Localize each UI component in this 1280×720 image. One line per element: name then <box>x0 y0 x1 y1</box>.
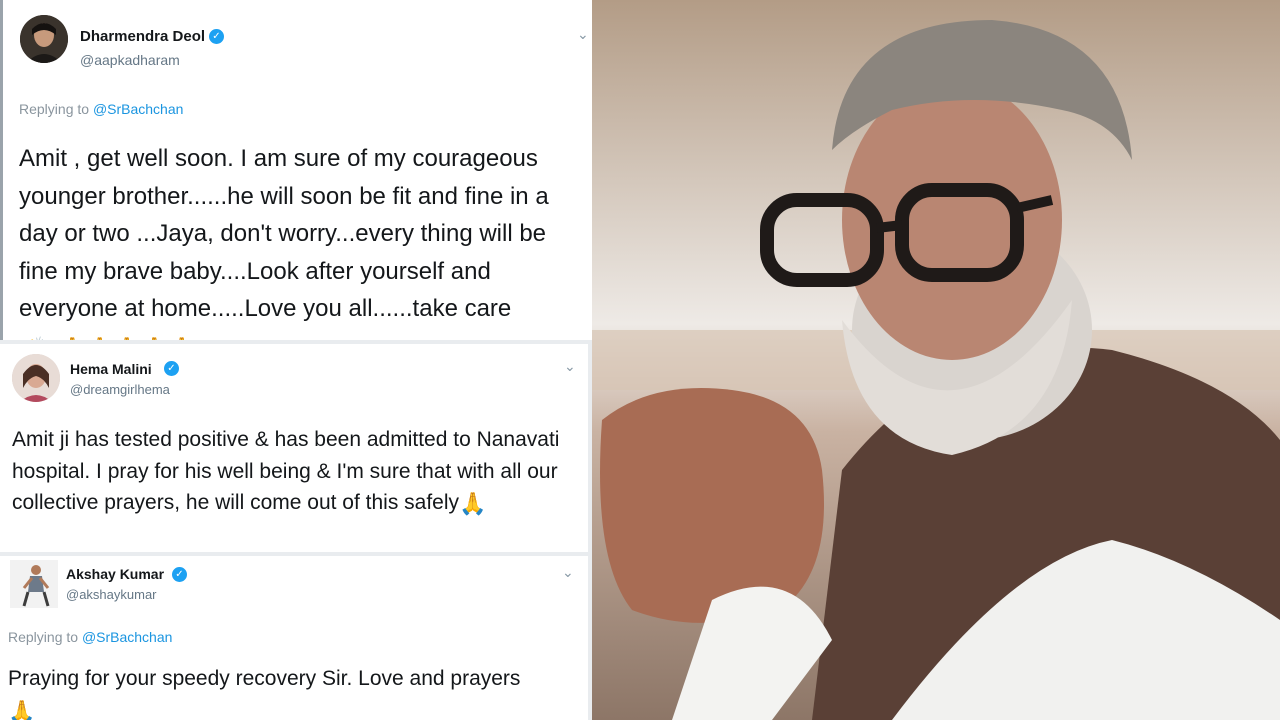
tweet-body: Amit , get well soon. I am sure of my co… <box>19 145 549 322</box>
tweet-card-dharmendra: Dharmendra Deol ✓ @aapkadharam ⌄ Replyin… <box>0 0 592 340</box>
replying-prefix: Replying to <box>8 629 82 645</box>
avatar[interactable] <box>10 560 58 608</box>
avatar[interactable] <box>20 15 68 63</box>
replying-to: Replying to @SrBachchan <box>8 629 172 645</box>
user-handle[interactable]: @aapkadharam <box>80 52 180 68</box>
verified-badge-icon: ✓ <box>164 361 179 376</box>
replying-to: Replying to @SrBachchan <box>19 101 183 117</box>
tweet-collage: Dharmendra Deol ✓ @aapkadharam ⌄ Replyin… <box>0 0 592 720</box>
portrait-photo <box>592 0 1280 720</box>
emoji-pray: 🙏 <box>459 491 487 516</box>
verified-badge-icon: ✓ <box>172 567 187 582</box>
tweet-text: Praying for your speedy recovery Sir. Lo… <box>8 663 578 720</box>
display-name[interactable]: Dharmendra Deol <box>80 28 205 45</box>
chevron-down-icon[interactable]: ⌄ <box>577 26 589 43</box>
mention-link[interactable]: @SrBachchan <box>82 629 172 645</box>
emoji-pray: 🙏 <box>8 699 36 720</box>
tweet-card-akshay: Akshay Kumar ✓ @akshaykumar ⌄ Replying t… <box>0 556 588 720</box>
tweet-text: Amit ji has tested positive & has been a… <box>12 424 578 520</box>
display-name[interactable]: Hema Malini <box>70 361 152 377</box>
mention-link[interactable]: @SrBachchan <box>93 101 183 117</box>
tweet-text: Amit , get well soon. I am sure of my co… <box>19 140 591 340</box>
emoji-sequence: 👏. 🙏🙏🙏🙏🙏 <box>19 330 196 341</box>
replying-prefix: Replying to <box>19 101 93 117</box>
display-name[interactable]: Akshay Kumar <box>66 566 164 582</box>
user-handle[interactable]: @akshaykumar <box>66 587 157 602</box>
chevron-down-icon[interactable]: ⌄ <box>564 358 576 375</box>
tweet-card-hema: Hema Malini ✓ @dreamgirlhema ⌄ Amit ji h… <box>0 344 588 552</box>
verified-badge-icon: ✓ <box>209 29 224 44</box>
tweet-body: Praying for your speedy recovery Sir. Lo… <box>8 667 521 690</box>
chevron-down-icon[interactable]: ⌄ <box>562 564 574 581</box>
avatar[interactable] <box>12 354 60 402</box>
user-handle[interactable]: @dreamgirlhema <box>70 382 170 397</box>
